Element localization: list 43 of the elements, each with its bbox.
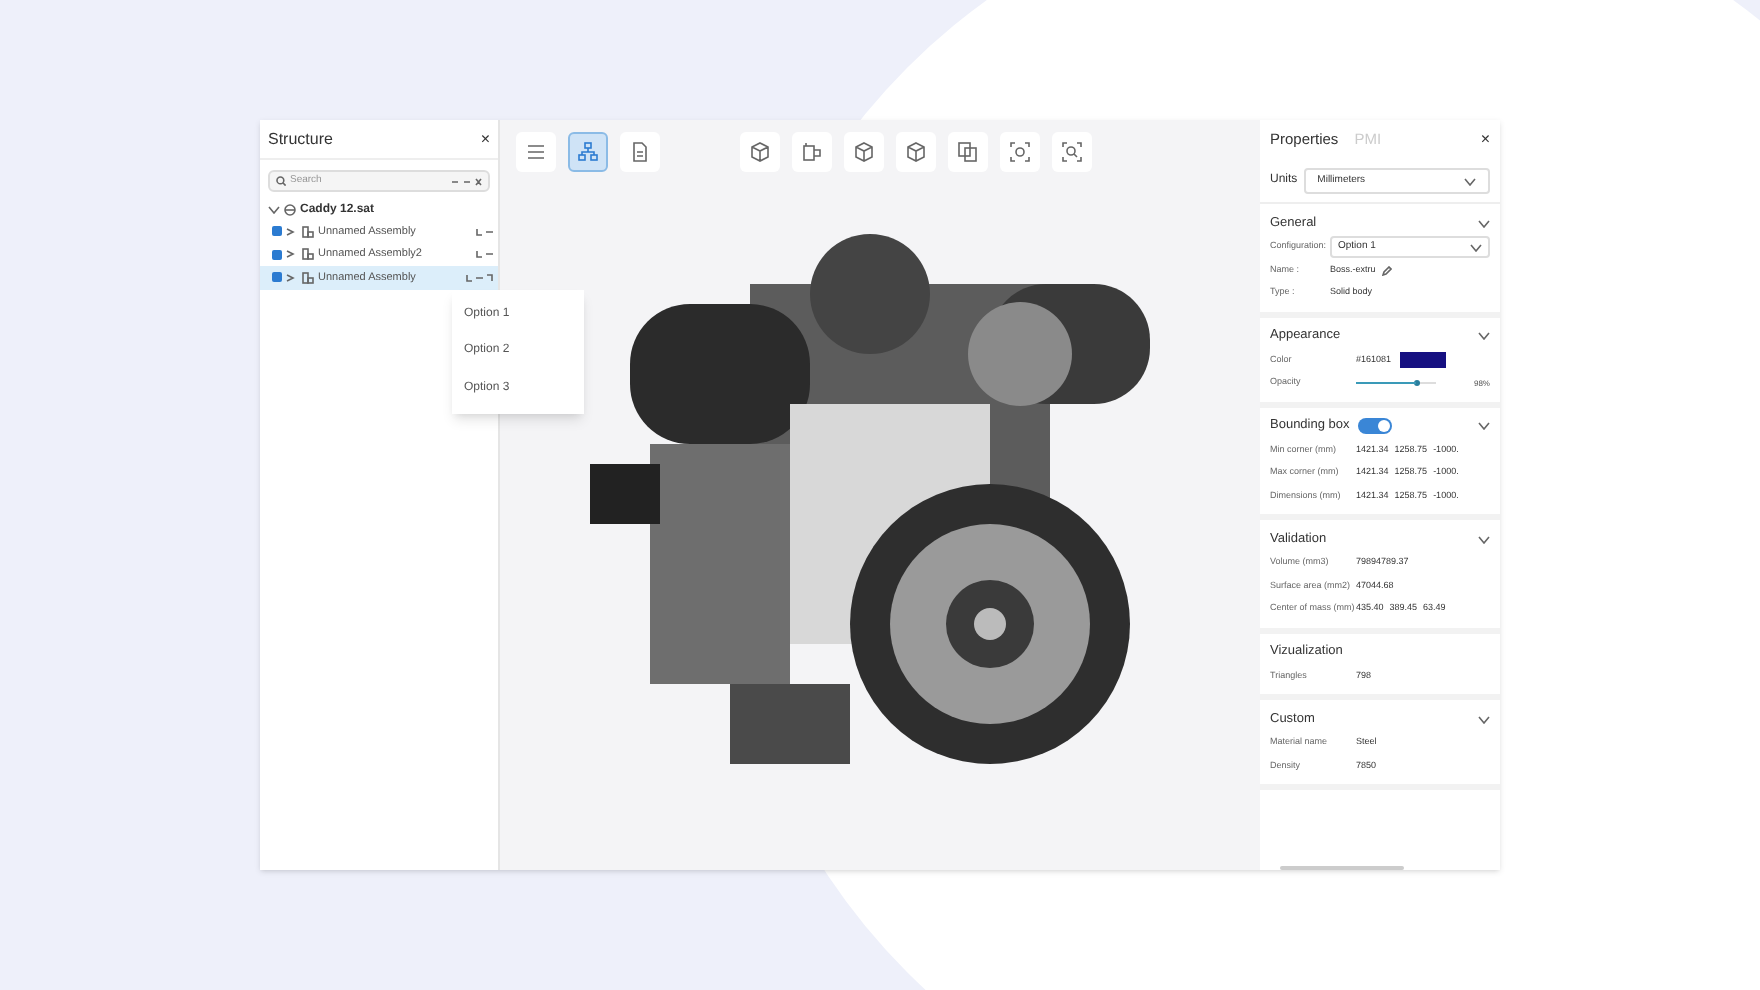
toolbar-button[interactable] [740,132,780,172]
assembly-icon [302,271,314,284]
scrollbar[interactable] [1280,866,1404,870]
copy-icon [958,142,978,162]
toolbar-button[interactable] [620,132,660,172]
chevron-icon [286,227,298,236]
assembly-icon [302,225,314,238]
slider-thumb[interactable] [1414,380,1420,387]
toolbar-button[interactable] [1000,132,1040,172]
toolbar-button[interactable] [844,132,884,172]
part-icon [284,204,296,216]
toolbar-button[interactable] [792,132,832,172]
toolbar-button[interactable] [516,132,556,172]
close-button[interactable]: × [1480,132,1490,148]
chevron-icon [286,250,298,259]
document-icon [630,142,650,162]
action-icons [476,250,494,259]
checkbox[interactable] [272,249,282,260]
hierarchy-icon [578,142,598,162]
assembly-icon [302,248,314,261]
toolbar-button[interactable] [568,132,608,172]
cube-icon [854,142,874,162]
eye-target-icon [1010,142,1030,162]
color-swatch[interactable] [1399,352,1446,369]
checkbox[interactable] [272,226,282,237]
action-icons [476,227,494,236]
toggle-switch[interactable] [1357,418,1392,434]
toolbar-button[interactable] [1052,132,1092,172]
chevron-icon [1464,177,1476,185]
toolbar-button[interactable] [948,132,988,172]
close-button[interactable]: × [480,131,490,147]
checkbox[interactable] [272,272,282,283]
chevron-icon [1470,243,1482,252]
pencil-icon [1381,265,1392,276]
panel-title: Structure [268,127,333,151]
zoom-icon [1062,142,1082,162]
toolbar-button[interactable] [896,132,936,172]
cube-icon [906,142,926,162]
search-icon [276,176,286,186]
action-icons [466,273,494,282]
menu-icon [526,142,546,162]
cube-icon [750,142,770,162]
chevron-icon [286,273,298,282]
